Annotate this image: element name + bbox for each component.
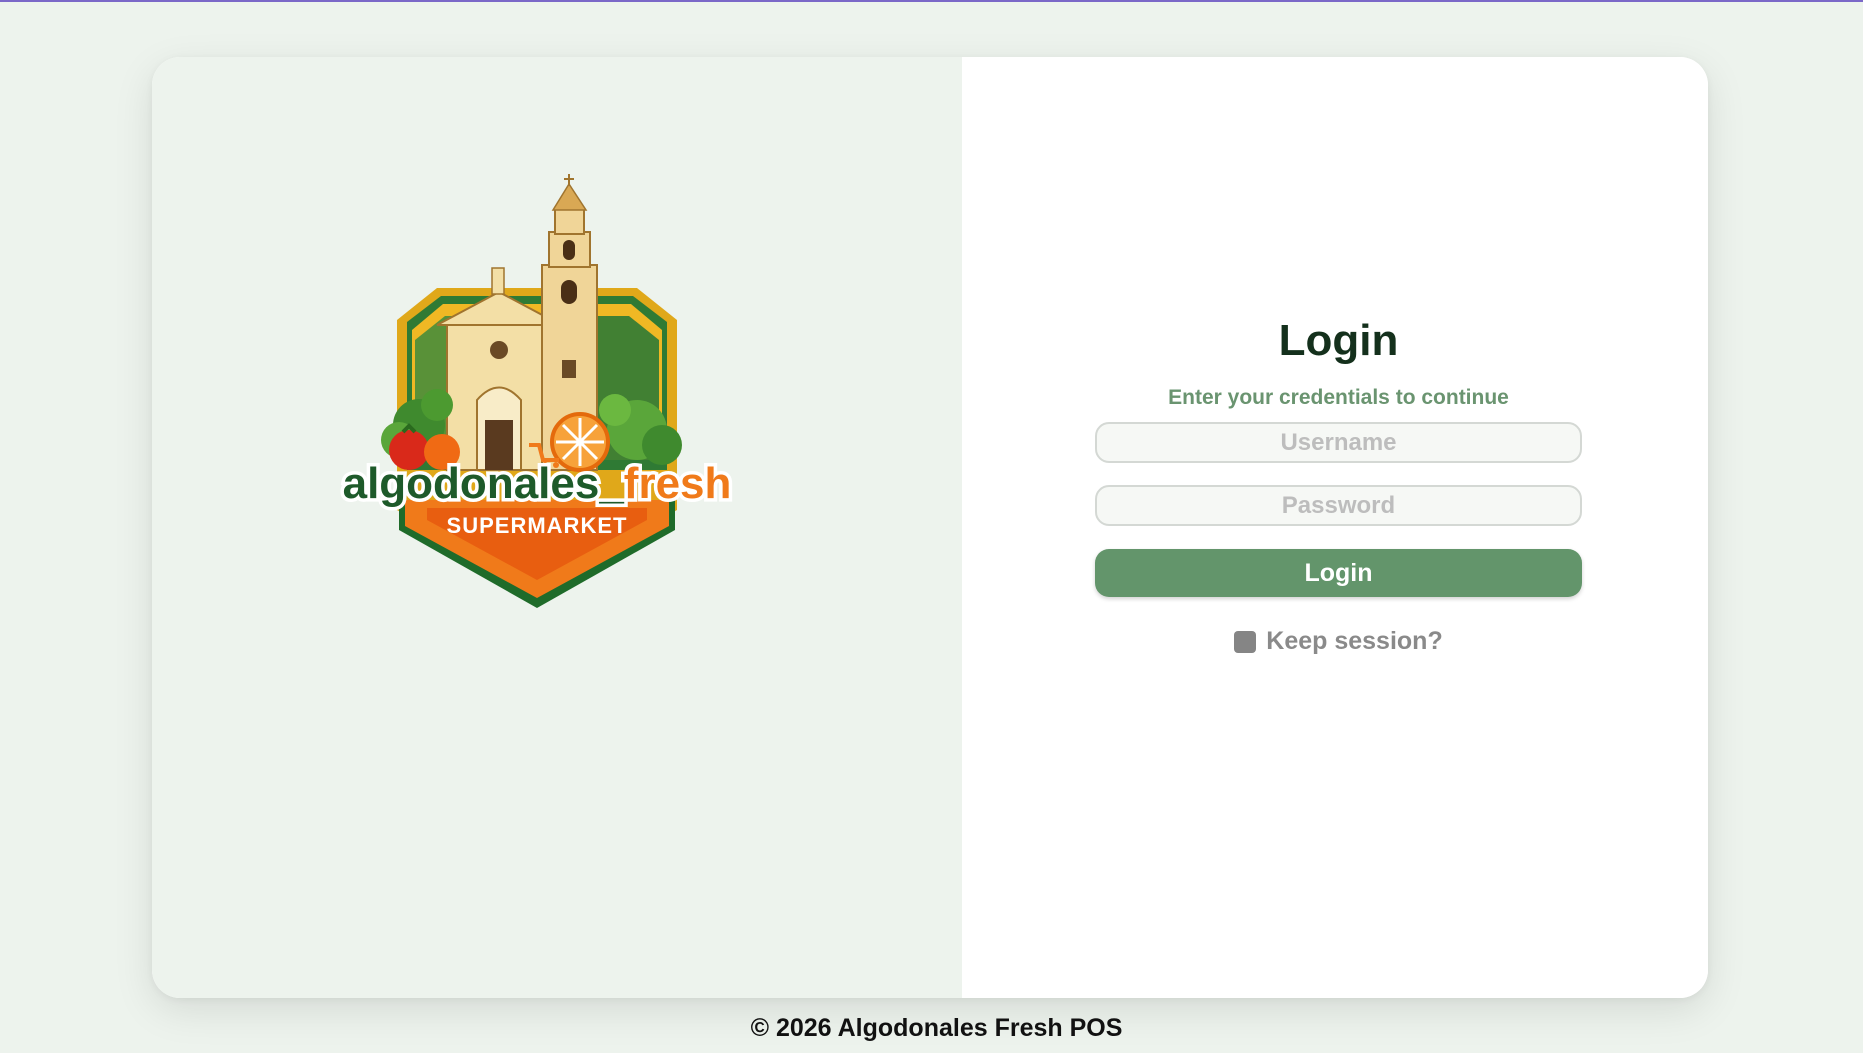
keep-session-toggle[interactable]: Keep session?: [1234, 627, 1443, 656]
keep-session-checkbox[interactable]: [1234, 630, 1257, 653]
footer-copyright: © 2026 Algodonales Fresh POS: [750, 1014, 1123, 1042]
top-accent-line: [0, 0, 1863, 2]
brand-text-prefix: algodonales_: [343, 459, 625, 508]
username-input[interactable]: [1095, 422, 1582, 463]
login-panel: Login Enter your credentials to continue…: [962, 57, 1708, 998]
church-produce-logo-icon: algodonales_fresh SUPERMARKET: [339, 174, 735, 608]
svg-text:SUPERMARKET: SUPERMARKET: [447, 513, 628, 538]
login-button[interactable]: Login: [1095, 549, 1582, 597]
login-card: algodonales_fresh SUPERMARKET Login Ente…: [152, 57, 1708, 998]
brand-panel: algodonales_fresh SUPERMARKET: [152, 57, 962, 998]
svg-text:algodonales_fresh: algodonales_fresh: [343, 459, 732, 508]
login-form: Login Enter your credentials to continue…: [1095, 257, 1582, 658]
login-subtitle: Enter your credentials to continue: [1168, 386, 1509, 409]
password-input[interactable]: [1095, 485, 1582, 526]
login-title: Login: [1278, 316, 1399, 365]
keep-session-label: Keep session?: [1266, 627, 1443, 655]
